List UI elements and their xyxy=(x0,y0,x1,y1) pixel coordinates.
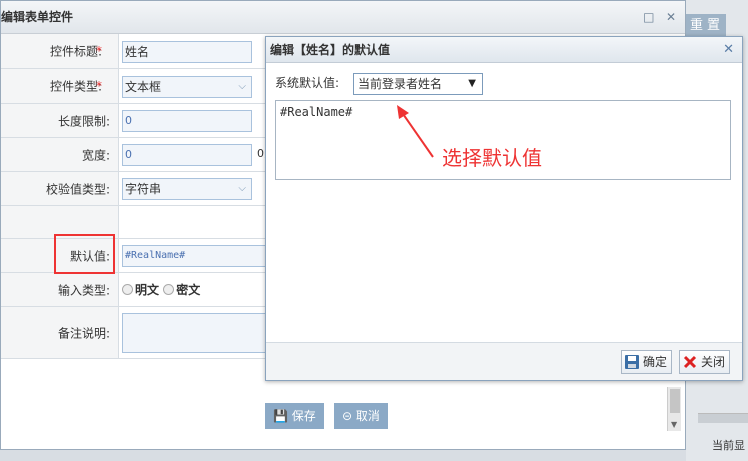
close-icon[interactable]: ✕ xyxy=(665,1,677,34)
validation-select[interactable]: 字符串 ⌵ xyxy=(122,178,252,200)
window-title: 编辑表单控件 xyxy=(1,10,74,24)
row-label: 输入类型: xyxy=(57,283,110,297)
floppy-disk-icon xyxy=(625,355,639,369)
input-type-radios: 明文 密文 xyxy=(122,281,200,298)
close-icon[interactable]: ✕ xyxy=(723,37,734,63)
dialog-footer: 确定 关闭 xyxy=(266,342,742,380)
row-label: 备注说明: xyxy=(57,326,110,340)
scroll-down-icon[interactable]: ▼ xyxy=(671,420,677,429)
save-icon: 💾 xyxy=(273,409,288,423)
confirm-button[interactable]: 确定 xyxy=(621,350,673,374)
system-default-select[interactable]: 当前登录者姓名 ▼ xyxy=(353,73,483,95)
vertical-scrollbar[interactable]: ▼ xyxy=(667,387,681,431)
length-input[interactable]: 0 xyxy=(122,110,252,132)
cancel-icon: ⊝ xyxy=(342,409,353,423)
window-titlebar: 编辑表单控件 □ ✕ xyxy=(1,1,685,34)
save-button[interactable]: 💾 保存 xyxy=(265,403,324,429)
close-button[interactable]: 关闭 xyxy=(679,350,731,374)
row-label: 长度限制: xyxy=(57,114,110,128)
horizontal-scrollbar[interactable] xyxy=(698,413,748,423)
scrollbar-thumb[interactable] xyxy=(670,389,680,413)
annotation-arrow-icon xyxy=(397,105,434,158)
default-value-input[interactable]: #RealName# xyxy=(122,245,266,267)
type-select[interactable]: 文本框 ⌵ xyxy=(122,76,252,98)
default-value-dialog: 编辑【姓名】的默认值 ✕ 系统默认值: 当前登录者姓名 ▼ #RealName#… xyxy=(265,36,743,381)
reset-button[interactable]: 重置 xyxy=(686,14,726,38)
radio-password[interactable] xyxy=(163,284,175,295)
chevron-down-icon: ⌵ xyxy=(238,183,246,194)
status-text: 当前显 xyxy=(712,439,745,452)
maximize-icon[interactable]: □ xyxy=(643,1,655,34)
caret-down-icon: ▼ xyxy=(468,78,476,89)
dialog-titlebar: 编辑【姓名】的默认值 ✕ xyxy=(266,37,742,63)
row-label: 宽度: xyxy=(81,148,110,162)
row-label: 控件类型: xyxy=(49,79,102,94)
row-label: 控件标题: xyxy=(49,44,102,59)
chevron-down-icon: ⌵ xyxy=(238,81,246,92)
remarks-textarea[interactable] xyxy=(122,313,266,353)
red-x-icon xyxy=(683,355,697,369)
system-default-label: 系统默认值: xyxy=(275,76,340,90)
width-input[interactable]: 0 xyxy=(122,144,252,166)
annotation-text: 选择默认值 xyxy=(442,146,542,170)
row-label: 校验值类型: xyxy=(45,182,110,196)
title-input[interactable]: 姓名 xyxy=(122,41,252,63)
cancel-button[interactable]: ⊝ 取消 xyxy=(334,403,388,429)
highlight-box xyxy=(54,234,115,274)
dialog-title: 编辑【姓名】的默认值 xyxy=(270,43,391,57)
radio-plaintext[interactable] xyxy=(122,284,133,295)
